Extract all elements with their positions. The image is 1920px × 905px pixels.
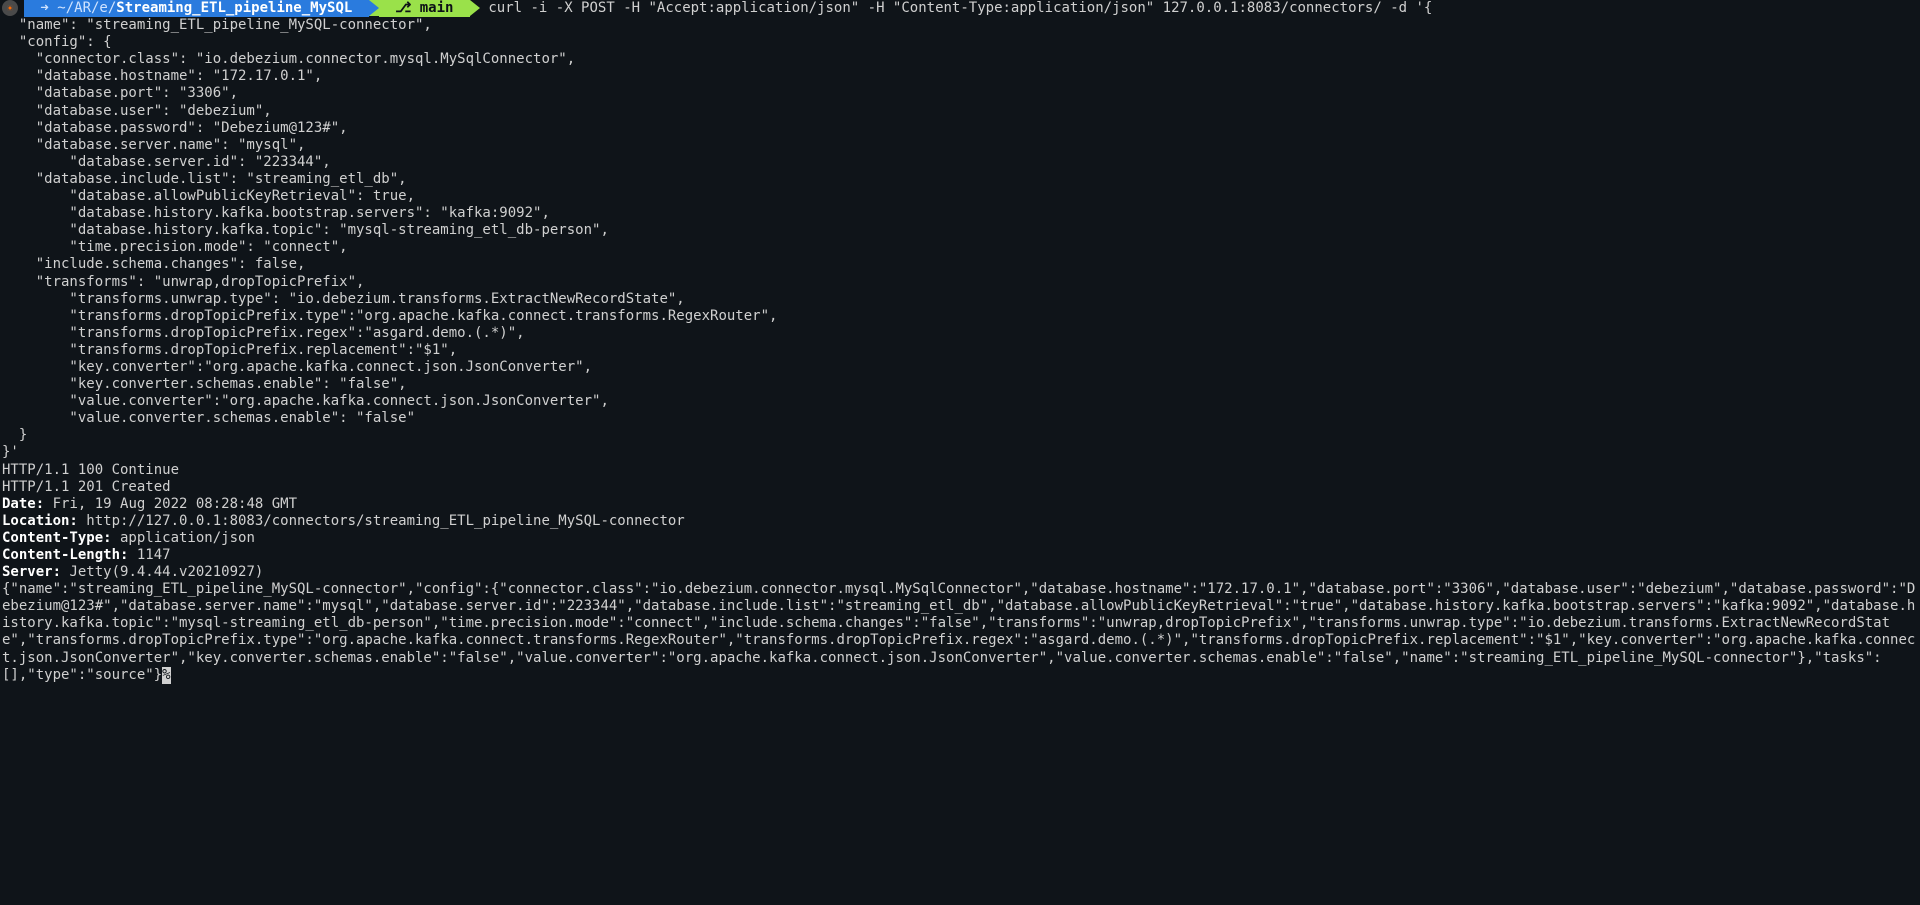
request-body-line: "name": "streaming_ETL_pipeline_MySQL-co… — [2, 17, 1918, 34]
http-created-line: HTTP/1.1 201 Created — [2, 479, 1918, 496]
git-branch-icon: ⎇ — [395, 0, 411, 16]
powerline-arrow-icon — [470, 0, 480, 16]
request-body-line: "database.hostname": "172.17.0.1", — [2, 68, 1918, 85]
header-key: Location: — [2, 513, 78, 529]
request-body-line: "database.user": "debezium", — [2, 103, 1918, 120]
header-value: http://127.0.0.1:8083/connectors/streami… — [78, 513, 685, 529]
request-body-line: "database.server.id": "223344", — [2, 154, 1918, 171]
request-body-line: "transforms.unwrap.type": "io.debezium.t… — [2, 291, 1918, 308]
header-value: Jetty(9.4.44.v20210927) — [61, 564, 263, 580]
request-body-line: "database.server.name": "mysql", — [2, 137, 1918, 154]
request-body-line: "database.history.kafka.topic": "mysql-s… — [2, 222, 1918, 239]
terminal-screen[interactable]: ➜ ~/AR/e/Streaming_ETL_pipeline_MySQL ⎇ … — [0, 0, 1920, 905]
request-body-line: }' — [2, 444, 1918, 461]
request-body-line: "time.precision.mode": "connect", — [2, 239, 1918, 256]
request-body-line: "config": { — [2, 34, 1918, 51]
header-date: Date: Fri, 19 Aug 2022 08:28:48 GMT — [2, 496, 1918, 513]
header-value: 1147 — [128, 547, 170, 563]
prompt-path-highlight: Streaming_ETL_pipeline_MySQL — [116, 0, 352, 16]
ubuntu-icon — [2, 0, 18, 16]
github-icon — [387, 0, 395, 16]
request-body-line: "transforms.dropTopicPrefix.regex":"asga… — [2, 325, 1918, 342]
git-branch-name: main — [411, 0, 462, 16]
request-body-line: "include.schema.changes": false, — [2, 256, 1918, 273]
header-value: application/json — [112, 530, 255, 546]
request-body-line: "transforms": "unwrap,dropTopicPrefix", — [2, 274, 1918, 291]
cursor-icon: % — [162, 667, 171, 684]
request-body-block: "name": "streaming_ETL_pipeline_MySQL-co… — [2, 17, 1918, 461]
header-value: Fri, 19 Aug 2022 08:28:48 GMT — [44, 496, 297, 512]
request-body-line: "database.history.kafka.bootstrap.server… — [2, 205, 1918, 222]
request-body-line: "database.password": "Debezium@123#", — [2, 120, 1918, 137]
http-continue-line: HTTP/1.1 100 Continue — [2, 462, 1918, 479]
prompt-path-segment: ➜ ~/AR/e/Streaming_ETL_pipeline_MySQL — [24, 0, 369, 17]
request-body-line: "transforms.dropTopicPrefix.type":"org.a… — [2, 308, 1918, 325]
request-body-line: "value.converter.schemas.enable": "false… — [2, 410, 1918, 427]
request-body-line: "database.include.list": "streaming_etl_… — [2, 171, 1918, 188]
header-content-length: Content-Length: 1147 — [2, 547, 1918, 564]
header-server: Server: Jetty(9.4.44.v20210927) — [2, 564, 1918, 581]
powerline-arrow-icon — [369, 0, 379, 16]
header-key: Date: — [2, 496, 44, 512]
request-body-line: } — [2, 427, 1918, 444]
request-body-line: "transforms.dropTopicPrefix.replacement"… — [2, 342, 1918, 359]
command-text: curl -i -X POST -H "Accept:application/j… — [488, 0, 1432, 16]
request-body-line: "key.converter.schemas.enable": "false", — [2, 376, 1918, 393]
request-body-line: "connector.class": "io.debezium.connecto… — [2, 51, 1918, 68]
response-body-block: {"name":"streaming_ETL_pipeline_MySQL-co… — [2, 581, 1918, 684]
header-key: Content-Length: — [2, 547, 128, 563]
header-key: Server: — [2, 564, 61, 580]
header-key: Content-Type: — [2, 530, 112, 546]
prompt-line: ➜ ~/AR/e/Streaming_ETL_pipeline_MySQL ⎇ … — [2, 0, 1918, 17]
header-location: Location: http://127.0.0.1:8083/connecto… — [2, 513, 1918, 530]
request-body-line: "database.allowPublicKeyRetrieval": true… — [2, 188, 1918, 205]
response-body-text: {"name":"streaming_ETL_pipeline_MySQL-co… — [2, 581, 1915, 682]
request-body-line: "value.converter":"org.apache.kafka.conn… — [2, 393, 1918, 410]
request-body-line: "database.port": "3306", — [2, 85, 1918, 102]
request-body-line: "key.converter":"org.apache.kafka.connec… — [2, 359, 1918, 376]
prompt-path-prefix: ➜ ~/AR/e/ — [32, 0, 116, 16]
header-content-type: Content-Type: application/json — [2, 530, 1918, 547]
prompt-git-segment: ⎇ main — [379, 0, 470, 17]
